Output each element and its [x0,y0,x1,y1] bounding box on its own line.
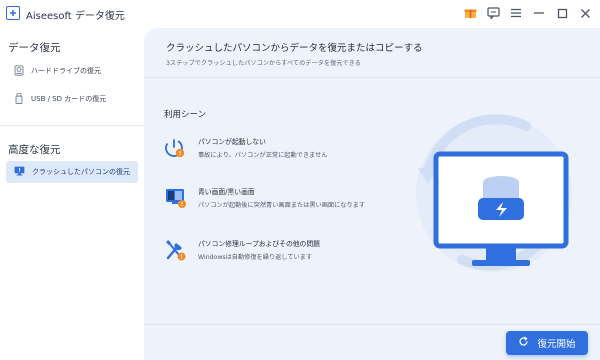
sidebar-item-label: USB / SD カードの復元 [31,95,107,103]
crashed-pc-icon [14,166,25,178]
refresh-icon [518,336,529,350]
feedback-icon[interactable] [486,6,500,20]
header-divider [144,77,600,78]
repair-tools-icon [164,238,188,262]
gift-icon[interactable] [463,6,477,20]
case-description: パソコンが起動後に突然青い画面または黒い画面になります [198,202,366,209]
power-error-icon [164,136,188,160]
sidebar-item-label: ハードドライブの復元 [31,67,101,75]
sidebar-item-crashed-pc[interactable]: クラッシュしたパソコンの復元 [6,161,138,183]
minimize-icon[interactable] [532,6,546,20]
close-icon[interactable] [578,6,592,20]
sidebar-item-hard-drive[interactable]: ハードドライブの復元 [6,60,138,82]
usage-scenes-heading: 利用シーン [164,110,207,120]
sidebar-item-usb-sd[interactable]: USB / SD カードの復元 [6,88,138,110]
case-title: パソコン修理ループおよびその他の問題 [198,240,320,248]
app-title: Aiseesoft データ復元 [26,11,125,22]
maximize-icon[interactable] [555,6,569,20]
section-title-data-recovery: データ復元 [8,42,61,54]
app-logo-icon [6,6,20,20]
menu-icon[interactable] [509,6,523,20]
sidebar-divider [0,125,144,126]
hard-drive-icon [14,64,24,78]
title-bar: Aiseesoft データ復元 [0,0,600,28]
section-title-advanced-recovery: 高度な復元 [8,144,61,156]
sidebar-item-label: クラッシュしたパソコンの復元 [32,168,130,176]
case-title: パソコンが起動しない [198,138,266,146]
crashed-monitor-illustration [406,102,578,278]
case-title: 青い画面/黒い画面 [198,188,255,196]
case-description: 事故により、パソコンが正常に起動できません [198,152,328,159]
page-subtitle: 3ステップでクラッシュしたパソコンからすべてのデータを復元できる [166,60,361,67]
footer-divider [144,324,600,325]
sidebar: データ復元 ハードドライブの復元 USB / SD カードの復元 高度な復元 ク… [0,28,144,360]
screen-error-icon [164,186,188,210]
start-recovery-button[interactable]: 復元開始 [506,331,588,355]
usb-sd-icon [14,92,24,106]
main-panel: クラッシュしたパソコンからデータを復元またはコピーする 3ステップでクラッシュし… [144,28,600,360]
start-button-label: 復元開始 [537,339,576,350]
case-description: Windowsは自動修復を繰り返しています [198,254,313,261]
page-title: クラッシュしたパソコンからデータを復元またはコピーする [166,43,423,54]
